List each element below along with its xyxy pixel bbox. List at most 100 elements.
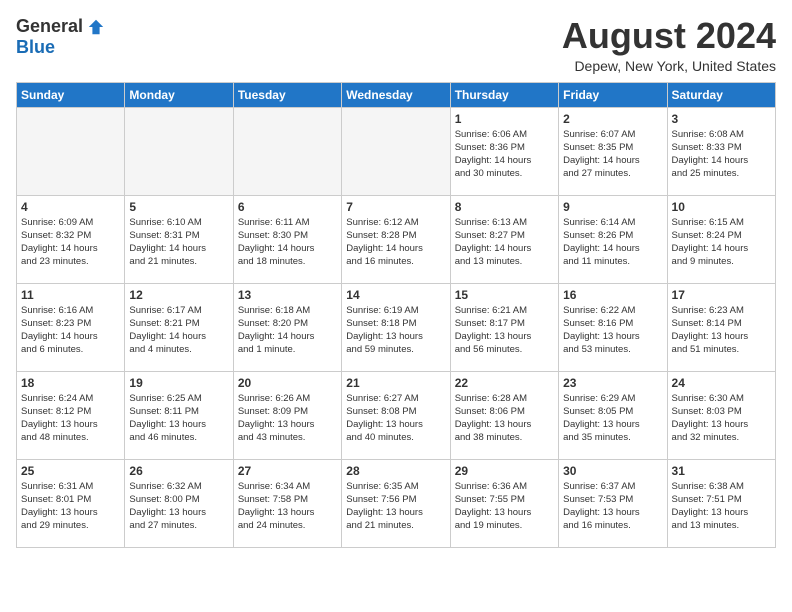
day-info: Sunrise: 6:09 AM Sunset: 8:32 PM Dayligh… [21, 216, 120, 269]
day-number: 23 [563, 376, 662, 390]
day-info: Sunrise: 6:22 AM Sunset: 8:16 PM Dayligh… [563, 304, 662, 357]
day-number: 9 [563, 200, 662, 214]
calendar-cell: 13Sunrise: 6:18 AM Sunset: 8:20 PM Dayli… [233, 283, 341, 371]
logo: General Blue [16, 16, 105, 58]
logo-blue-text: Blue [16, 37, 55, 58]
day-info: Sunrise: 6:29 AM Sunset: 8:05 PM Dayligh… [563, 392, 662, 445]
title-area: August 2024 Depew, New York, United Stat… [562, 16, 776, 74]
month-title: August 2024 [562, 16, 776, 56]
calendar-cell: 18 Sunrise: 6:24 AM Sunset: 8:12 PM Dayli… [17, 371, 125, 459]
calendar-cell: 7 Sunrise: 6:12 AM Sunset: 8:28 PM Daylig… [342, 195, 450, 283]
day-number: 14 [346, 288, 445, 302]
calendar-cell: 5 Sunrise: 6:10 AM Sunset: 8:31 PM Daylig… [125, 195, 233, 283]
page-header: General Blue August 2024 Depew, New York… [16, 16, 776, 74]
calendar-cell: 1Sunrise: 6:06 AM Sunset: 8:36 PM Daylig… [450, 107, 558, 195]
header-wednesday: Wednesday [342, 82, 450, 107]
calendar-cell: 3 Sunrise: 6:08 AM Sunset: 8:33 PM Daylig… [667, 107, 775, 195]
calendar-cell: 26 Sunrise: 6:32 AM Sunset: 8:00 PM Dayli… [125, 459, 233, 547]
day-number: 7 [346, 200, 445, 214]
calendar-week-2: 4 Sunrise: 6:09 AM Sunset: 8:32 PM Daylig… [17, 195, 776, 283]
day-number: 1 [455, 112, 554, 126]
header-saturday: Saturday [667, 82, 775, 107]
day-info: Sunrise: 6:35 AM Sunset: 7:56 PM Dayligh… [346, 480, 445, 533]
day-info: Sunrise: 6:25 AM Sunset: 8:11 PM Dayligh… [129, 392, 228, 445]
day-info: Sunrise: 6:18 AM Sunset: 8:20 PM Dayligh… [238, 304, 337, 357]
day-number: 24 [672, 376, 771, 390]
day-info: Sunrise: 6:16 AM Sunset: 8:23 PM Dayligh… [21, 304, 120, 357]
day-number: 20 [238, 376, 337, 390]
calendar-cell: 17Sunrise: 6:23 AM Sunset: 8:14 PM Dayli… [667, 283, 775, 371]
day-number: 3 [672, 112, 771, 126]
header-sunday: Sunday [17, 82, 125, 107]
calendar-cell: 29 Sunrise: 6:36 AM Sunset: 7:55 PM Dayli… [450, 459, 558, 547]
day-info: Sunrise: 6:21 AM Sunset: 8:17 PM Dayligh… [455, 304, 554, 357]
calendar-week-1: 1Sunrise: 6:06 AM Sunset: 8:36 PM Daylig… [17, 107, 776, 195]
header-monday: Monday [125, 82, 233, 107]
day-info: Sunrise: 6:31 AM Sunset: 8:01 PM Dayligh… [21, 480, 120, 533]
calendar-week-5: 25Sunrise: 6:31 AM Sunset: 8:01 PM Dayli… [17, 459, 776, 547]
day-info: Sunrise: 6:13 AM Sunset: 8:27 PM Dayligh… [455, 216, 554, 269]
calendar-cell: 4 Sunrise: 6:09 AM Sunset: 8:32 PM Daylig… [17, 195, 125, 283]
calendar-cell: 14 Sunrise: 6:19 AM Sunset: 8:18 PM Dayli… [342, 283, 450, 371]
day-number: 2 [563, 112, 662, 126]
day-info: Sunrise: 6:24 AM Sunset: 8:12 PM Dayligh… [21, 392, 120, 445]
header-thursday: Thursday [450, 82, 558, 107]
day-number: 29 [455, 464, 554, 478]
calendar-cell [17, 107, 125, 195]
logo-icon [87, 18, 105, 36]
day-number: 8 [455, 200, 554, 214]
calendar-cell: 6 Sunrise: 6:11 AM Sunset: 8:30 PM Daylig… [233, 195, 341, 283]
day-info: Sunrise: 6:12 AM Sunset: 8:28 PM Dayligh… [346, 216, 445, 269]
day-number: 27 [238, 464, 337, 478]
calendar-table: SundayMondayTuesdayWednesdayThursdayFrid… [16, 82, 776, 548]
calendar-cell: 30Sunrise: 6:37 AM Sunset: 7:53 PM Dayli… [559, 459, 667, 547]
calendar-cell: 21Sunrise: 6:27 AM Sunset: 8:08 PM Dayli… [342, 371, 450, 459]
day-number: 10 [672, 200, 771, 214]
day-info: Sunrise: 6:28 AM Sunset: 8:06 PM Dayligh… [455, 392, 554, 445]
day-info: Sunrise: 6:27 AM Sunset: 8:08 PM Dayligh… [346, 392, 445, 445]
calendar-cell: 20 Sunrise: 6:26 AM Sunset: 8:09 PM Dayli… [233, 371, 341, 459]
calendar-cell: 24 Sunrise: 6:30 AM Sunset: 8:03 PM Dayli… [667, 371, 775, 459]
calendar-cell: 19 Sunrise: 6:25 AM Sunset: 8:11 PM Dayli… [125, 371, 233, 459]
calendar-cell: 25Sunrise: 6:31 AM Sunset: 8:01 PM Dayli… [17, 459, 125, 547]
day-number: 6 [238, 200, 337, 214]
day-number: 15 [455, 288, 554, 302]
calendar-week-4: 18 Sunrise: 6:24 AM Sunset: 8:12 PM Dayli… [17, 371, 776, 459]
day-info: Sunrise: 6:10 AM Sunset: 8:31 PM Dayligh… [129, 216, 228, 269]
calendar-cell: 12 Sunrise: 6:17 AM Sunset: 8:21 PM Dayli… [125, 283, 233, 371]
day-number: 16 [563, 288, 662, 302]
day-info: Sunrise: 6:36 AM Sunset: 7:55 PM Dayligh… [455, 480, 554, 533]
day-info: Sunrise: 6:23 AM Sunset: 8:14 PM Dayligh… [672, 304, 771, 357]
header-tuesday: Tuesday [233, 82, 341, 107]
header-friday: Friday [559, 82, 667, 107]
calendar-cell: 22Sunrise: 6:28 AM Sunset: 8:06 PM Dayli… [450, 371, 558, 459]
day-number: 11 [21, 288, 120, 302]
day-info: Sunrise: 6:38 AM Sunset: 7:51 PM Dayligh… [672, 480, 771, 533]
day-info: Sunrise: 6:30 AM Sunset: 8:03 PM Dayligh… [672, 392, 771, 445]
day-info: Sunrise: 6:32 AM Sunset: 8:00 PM Dayligh… [129, 480, 228, 533]
calendar-week-3: 11 Sunrise: 6:16 AM Sunset: 8:23 PM Dayli… [17, 283, 776, 371]
calendar-cell: 23 Sunrise: 6:29 AM Sunset: 8:05 PM Dayli… [559, 371, 667, 459]
day-number: 19 [129, 376, 228, 390]
calendar-cell: 2Sunrise: 6:07 AM Sunset: 8:35 PM Daylig… [559, 107, 667, 195]
calendar-cell: 31 Sunrise: 6:38 AM Sunset: 7:51 PM Dayli… [667, 459, 775, 547]
calendar-cell: 10Sunrise: 6:15 AM Sunset: 8:24 PM Dayli… [667, 195, 775, 283]
day-number: 28 [346, 464, 445, 478]
location-text: Depew, New York, United States [562, 58, 776, 74]
calendar-cell [342, 107, 450, 195]
calendar-cell: 11 Sunrise: 6:16 AM Sunset: 8:23 PM Dayli… [17, 283, 125, 371]
day-info: Sunrise: 6:11 AM Sunset: 8:30 PM Dayligh… [238, 216, 337, 269]
day-number: 12 [129, 288, 228, 302]
day-number: 31 [672, 464, 771, 478]
day-info: Sunrise: 6:17 AM Sunset: 8:21 PM Dayligh… [129, 304, 228, 357]
calendar-cell: 27Sunrise: 6:34 AM Sunset: 7:58 PM Dayli… [233, 459, 341, 547]
day-number: 18 [21, 376, 120, 390]
day-number: 5 [129, 200, 228, 214]
day-info: Sunrise: 6:08 AM Sunset: 8:33 PM Dayligh… [672, 128, 771, 181]
calendar-cell [125, 107, 233, 195]
day-info: Sunrise: 6:26 AM Sunset: 8:09 PM Dayligh… [238, 392, 337, 445]
day-number: 26 [129, 464, 228, 478]
day-info: Sunrise: 6:14 AM Sunset: 8:26 PM Dayligh… [563, 216, 662, 269]
day-number: 4 [21, 200, 120, 214]
day-info: Sunrise: 6:19 AM Sunset: 8:18 PM Dayligh… [346, 304, 445, 357]
